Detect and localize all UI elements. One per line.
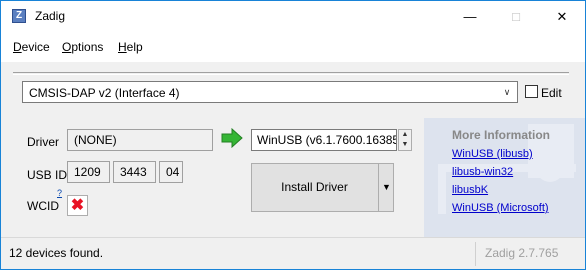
install-driver-label: Install Driver — [281, 180, 348, 194]
target-driver-field[interactable]: WinUSB (v6.1.7600.16385) — [251, 129, 397, 151]
minimize-button[interactable]: — — [447, 1, 493, 32]
window-title: Zadig — [35, 9, 66, 23]
device-dropdown-value: CMSIS-DAP v2 (Interface 4) — [29, 86, 180, 100]
menu-options-accel: O — [62, 40, 72, 54]
usb-id-label: USB ID — [27, 168, 68, 182]
menu-bar: Device Options Help — [1, 32, 585, 62]
install-options-dropdown[interactable]: ▼ — [378, 163, 394, 212]
main-panel: CMSIS-DAP v2 (Interface 4) ∨ Edit Driver… — [1, 62, 585, 237]
chevron-down-icon: ∨ — [503, 87, 511, 97]
current-driver-field: (NONE) — [67, 129, 213, 151]
wcid-help-link[interactable]: ? — [57, 188, 62, 198]
link-libusb-win32[interactable]: libusb-win32 — [452, 166, 513, 178]
spinner-down-icon[interactable]: ▼ — [399, 140, 411, 150]
menu-options[interactable]: Options — [62, 40, 103, 54]
status-divider — [475, 242, 476, 266]
wcid-label: WCID — [27, 199, 59, 213]
status-bar: 12 devices found. Zadig 2.7.765 — [1, 237, 585, 269]
menu-help[interactable]: Help — [118, 40, 143, 54]
driver-spinner[interactable]: ▲ ▼ — [398, 129, 412, 151]
menu-help-label: elp — [126, 40, 143, 54]
separator — [13, 72, 569, 75]
info-title: More Information — [452, 128, 550, 142]
zadig-logo-icon: Z — [12, 9, 26, 23]
driver-label: Driver — [27, 135, 59, 149]
link-libusbk[interactable]: libusbK — [452, 184, 488, 196]
menu-help-accel: H — [118, 40, 127, 54]
menu-device[interactable]: Device — [13, 40, 50, 54]
menu-device-label: evice — [21, 40, 50, 54]
version-label: Zadig 2.7.765 — [485, 246, 559, 260]
usb-mi-field: 04 — [159, 161, 183, 183]
green-arrow-icon — [221, 128, 243, 148]
menu-device-accel: D — [13, 40, 22, 54]
zadig-window: Z Zadig — □ ✕ Device Options Help CMSIS-… — [0, 0, 586, 270]
usb-vid-field: 1209 — [67, 161, 110, 183]
maximize-button[interactable]: □ — [493, 1, 539, 32]
wcid-status-icon[interactable]: ✖ — [67, 195, 88, 216]
device-dropdown[interactable]: CMSIS-DAP v2 (Interface 4) ∨ — [22, 81, 518, 103]
spinner-up-icon[interactable]: ▲ — [399, 130, 411, 140]
link-winusb-libusb[interactable]: WinUSB (libusb) — [452, 148, 533, 160]
install-driver-button[interactable]: Install Driver — [251, 163, 394, 212]
close-button[interactable]: ✕ — [539, 1, 585, 32]
edit-label: Edit — [541, 86, 562, 100]
more-information-panel: More Information WinUSB (libusb) libusb-… — [424, 118, 585, 237]
menu-options-label: ptions — [71, 40, 104, 54]
status-message: 12 devices found. — [9, 246, 104, 260]
usb-pid-field: 3443 — [113, 161, 156, 183]
title-bar[interactable]: Z Zadig — □ ✕ — [1, 1, 585, 32]
edit-checkbox[interactable] — [525, 85, 538, 98]
link-winusb-microsoft[interactable]: WinUSB (Microsoft) — [452, 202, 549, 214]
